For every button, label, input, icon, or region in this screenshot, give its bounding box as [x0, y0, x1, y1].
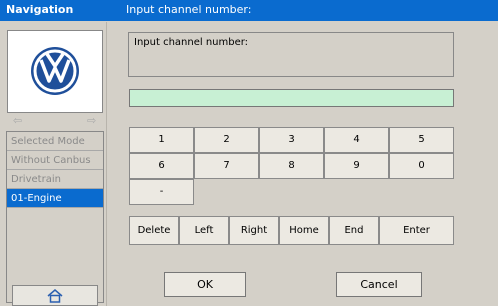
key-minus[interactable]: -: [129, 179, 194, 205]
vw-logo: [7, 30, 103, 113]
key-2[interactable]: 2: [194, 127, 259, 153]
key-1[interactable]: 1: [129, 127, 194, 153]
key-5[interactable]: 5: [389, 127, 454, 153]
arrow-right-icon[interactable]: ⇨: [87, 114, 96, 127]
ok-button[interactable]: OK: [164, 272, 246, 297]
nav-item-drivetrain[interactable]: Drivetrain: [7, 170, 103, 189]
arrow-left-icon[interactable]: ⇦: [13, 114, 22, 127]
navigation-list: Selected Mode Without Canbus Drivetrain …: [6, 131, 104, 303]
key-3[interactable]: 3: [259, 127, 324, 153]
key-8[interactable]: 8: [259, 153, 324, 179]
nav-arrows: ⇦ ⇨: [5, 114, 105, 130]
nav-item-engine[interactable]: 01-Engine: [7, 189, 103, 208]
home-button[interactable]: [12, 285, 98, 306]
end-button[interactable]: End: [329, 216, 379, 245]
channel-number-input[interactable]: [129, 89, 454, 107]
panel-divider: [106, 22, 107, 306]
cancel-button[interactable]: Cancel: [336, 272, 422, 297]
prompt-box: Input channel number:: [128, 32, 454, 77]
home-icon: [47, 289, 63, 303]
right-button[interactable]: Right: [229, 216, 279, 245]
sidebar: ⇦ ⇨ Selected Mode Without Canbus Drivetr…: [5, 22, 105, 303]
nav-item-without-canbus[interactable]: Without Canbus: [7, 151, 103, 170]
home-key-button[interactable]: Home: [279, 216, 329, 245]
prompt-label: Input channel number:: [134, 37, 249, 48]
left-button[interactable]: Left: [179, 216, 229, 245]
key-7[interactable]: 7: [194, 153, 259, 179]
enter-button[interactable]: Enter: [379, 216, 454, 245]
key-4[interactable]: 4: [324, 127, 389, 153]
vw-logo-icon: [31, 47, 79, 95]
title-bar: Navigation Input channel number:: [0, 0, 498, 21]
delete-button[interactable]: Delete: [129, 216, 179, 245]
key-9[interactable]: 9: [324, 153, 389, 179]
key-6[interactable]: 6: [129, 153, 194, 179]
navigation-title: Navigation: [6, 3, 74, 16]
page-title: Input channel number:: [126, 3, 252, 16]
key-0[interactable]: 0: [389, 153, 454, 179]
nav-item-selected-mode[interactable]: Selected Mode: [7, 132, 103, 151]
